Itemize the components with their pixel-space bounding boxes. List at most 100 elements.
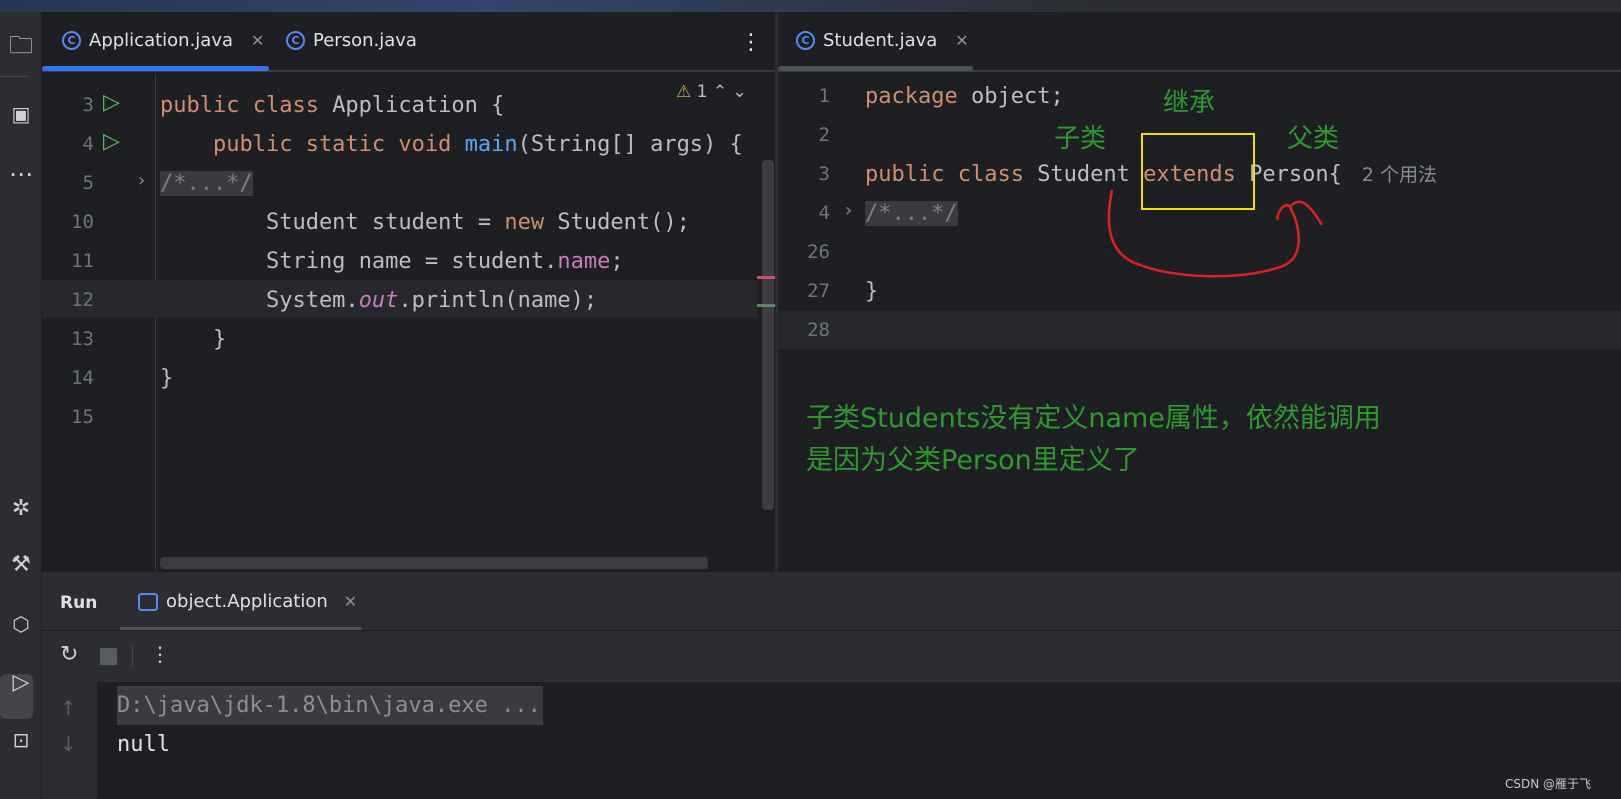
- annotation-subclass: 子类: [1054, 124, 1107, 154]
- red-arrow: [1107, 189, 1324, 278]
- divider: [132, 644, 133, 668]
- code-token: Application {: [332, 93, 505, 118]
- code-token: Student: [1037, 162, 1144, 187]
- run-tab-label: object.Application: [166, 591, 328, 612]
- build-icon[interactable]: ⚒: [0, 552, 42, 577]
- note-line-1: 子类Students没有定义name属性，依然能调用: [806, 403, 1381, 434]
- code-token: out: [358, 288, 399, 313]
- code-line[interactable]: }: [160, 359, 173, 398]
- line-number: 15: [71, 406, 94, 428]
- rerun-icon[interactable]: ↻: [60, 642, 78, 667]
- run-panel-title: Run: [60, 593, 98, 613]
- code-line[interactable]: /*...*/: [865, 194, 958, 233]
- code-line[interactable]: Student student = new Student();: [160, 203, 690, 242]
- tab-student[interactable]: C Student.java ✕: [796, 30, 969, 51]
- line-number: 12: [71, 289, 94, 311]
- annotation-note: 子类Students没有定义name属性，依然能调用 是因为父类Person里定…: [806, 398, 1381, 482]
- terminal-icon[interactable]: ⊡: [0, 728, 42, 752]
- note-line-2: 是因为父类Person里定义了: [806, 445, 1140, 476]
- line-number: 14: [71, 367, 94, 389]
- more-icon[interactable]: ⋮: [150, 642, 170, 666]
- code-token: Student student =: [160, 210, 505, 235]
- scroll-up-icon[interactable]: ↑: [60, 696, 77, 720]
- watermark: CSDN @雁于飞: [1505, 777, 1592, 791]
- line-number: 26: [807, 241, 830, 263]
- code-token: name: [358, 249, 412, 274]
- code-token: }: [160, 366, 174, 391]
- code-token: = student.: [411, 249, 558, 274]
- code-token: public static void: [160, 132, 465, 157]
- run-gutter-icon[interactable]: ▷: [103, 129, 120, 154]
- divider: [0, 76, 28, 77]
- code-line[interactable]: package object;: [865, 77, 1064, 116]
- close-icon[interactable]: ✕: [955, 31, 968, 50]
- scroll-down-icon[interactable]: ↓: [60, 732, 77, 756]
- code-line[interactable]: }: [160, 320, 226, 359]
- code-token: new: [504, 210, 558, 235]
- code-line[interactable]: /*...*/: [160, 164, 253, 203]
- line-number: 4: [818, 202, 830, 224]
- code-token: Student();: [557, 210, 690, 235]
- fold-icon[interactable]: ›: [845, 200, 852, 221]
- debug-icon[interactable]: ✲: [0, 496, 42, 521]
- line-number: 28: [807, 319, 830, 341]
- code-token: package: [865, 84, 971, 109]
- line-number: 13: [71, 328, 94, 350]
- folder-icon[interactable]: 🗀: [0, 28, 42, 69]
- more-tabs-icon[interactable]: ⋮: [740, 30, 762, 55]
- code-token: Person{: [1249, 162, 1342, 187]
- horizontal-scrollbar[interactable]: [160, 557, 708, 569]
- code-line[interactable]: String name = student.name;: [160, 242, 624, 281]
- warning-count: 1: [696, 82, 708, 102]
- vertical-scrollbar[interactable]: [762, 160, 774, 510]
- warning-icon: ⚠: [676, 82, 692, 102]
- left-toolbar: 🗀 ▣ ⋯ ✲ ⚒ ⬡ ▷ ⊡: [0, 12, 42, 799]
- code-line[interactable]: }: [865, 272, 878, 311]
- code-token: .println(name);: [398, 288, 598, 313]
- run-icon[interactable]: ▷: [0, 670, 42, 695]
- close-icon[interactable]: ✕: [251, 31, 264, 50]
- stop-icon[interactable]: [100, 648, 117, 665]
- right-editor-tabs: C Student.java ✕: [778, 12, 1621, 72]
- more-icon[interactable]: ⋯: [0, 160, 42, 188]
- code-token: /*...*/: [865, 201, 958, 226]
- line-number: 1: [818, 85, 830, 107]
- tab-label: Person.java: [313, 30, 417, 51]
- console-gutter: ↑ ↓: [42, 682, 97, 799]
- services-icon[interactable]: ⬡: [0, 612, 42, 636]
- split-divider[interactable]: [775, 12, 778, 572]
- left-editor-tabs: C Application.java ✕ C Person.java ⋮: [42, 12, 775, 72]
- gutter-divider: [155, 74, 156, 570]
- class-icon: C: [796, 31, 815, 50]
- usages-hint[interactable]: 2 个用法: [1362, 164, 1437, 186]
- code-token: ;: [610, 249, 624, 274]
- code-token: main: [464, 132, 518, 157]
- prev-icon[interactable]: ⌃: [713, 82, 727, 102]
- run-panel-header: Run object.Application ✕ ↻ ⋮: [42, 572, 1621, 682]
- code-token: (String[] args) {: [517, 132, 743, 157]
- warning-indicator[interactable]: ⚠ 1 ⌃ ⌄: [676, 82, 747, 102]
- tab-run-config[interactable]: object.Application ✕: [138, 591, 357, 612]
- code-token: }: [160, 327, 227, 352]
- code-line[interactable]: public class Application {: [160, 86, 504, 125]
- next-icon[interactable]: ⌄: [733, 82, 747, 102]
- code-token: /*...*/: [160, 171, 253, 196]
- tab-application[interactable]: C Application.java ✕: [62, 30, 264, 51]
- code-token: System.: [160, 288, 359, 313]
- code-token: }: [865, 279, 879, 304]
- line-number: 3: [818, 163, 830, 185]
- close-icon[interactable]: ✕: [344, 592, 357, 611]
- structure-icon[interactable]: ▣: [0, 102, 42, 126]
- code-line[interactable]: public static void main(String[] args) {: [160, 125, 743, 164]
- tab-label: Student.java: [823, 30, 938, 51]
- line-number: 11: [71, 250, 94, 272]
- code-token: name: [557, 249, 611, 274]
- code-token: object;: [970, 84, 1064, 109]
- code-token: public class: [865, 162, 1038, 187]
- fold-icon[interactable]: ›: [138, 170, 145, 191]
- line-number: 27: [807, 280, 830, 302]
- tab-person[interactable]: C Person.java: [286, 30, 417, 51]
- code-line[interactable]: System.out.println(name);: [160, 281, 597, 320]
- run-gutter-icon[interactable]: ▷: [103, 90, 120, 115]
- code-token: public class: [160, 93, 333, 118]
